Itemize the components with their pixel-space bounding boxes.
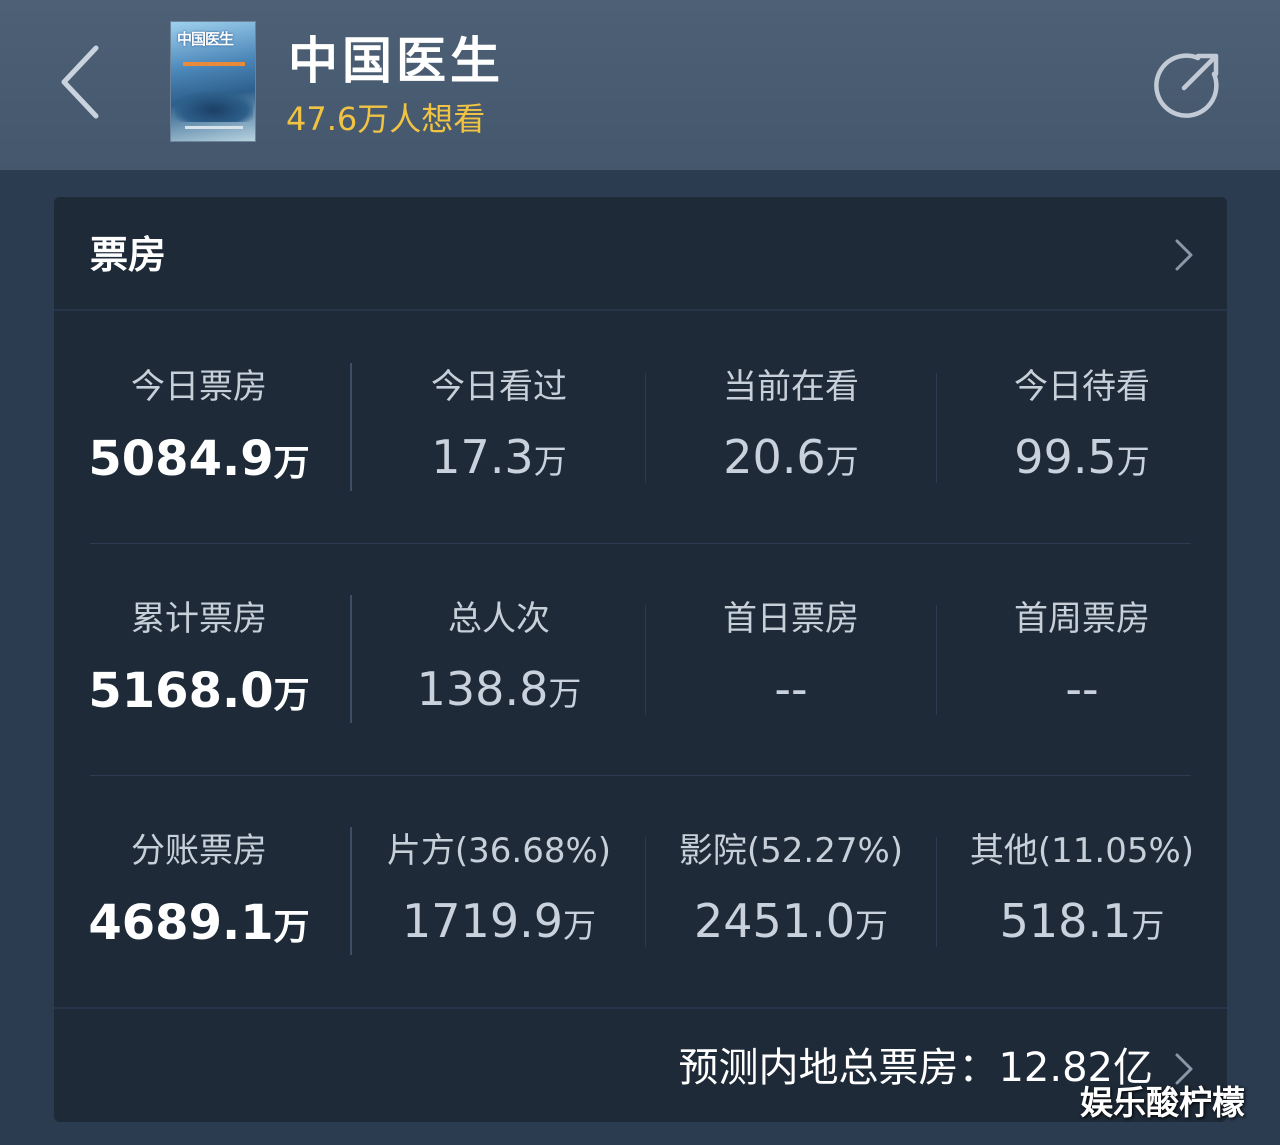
stat-cell: 今日看过 17.3万 — [354, 365, 644, 515]
divider — [350, 595, 352, 723]
poster-logo-text: 中国医生 — [177, 30, 234, 48]
stat-value: 1719.9万 — [402, 894, 596, 948]
divider — [350, 363, 352, 491]
stat-cell[interactable]: 分账票房 4689.1万 — [54, 829, 344, 979]
stat-value: 2451.0万 — [694, 894, 888, 948]
stat-value: 20.6万 — [723, 430, 859, 484]
stat-label: 今日票房 — [131, 367, 267, 407]
row-divider — [90, 775, 1191, 776]
stat-label: 累计票房 — [131, 599, 267, 639]
stat-label: 今日看过 — [431, 367, 567, 407]
stat-label: 总人次 — [448, 599, 550, 639]
stat-cell[interactable]: 累计票房 5168.0万 — [54, 597, 344, 747]
stats-row-today: 今日票房 5084.9万 今日看过 17.3万 当前在看 20.6万 今日待看 … — [54, 363, 1227, 515]
stat-value: -- — [774, 662, 808, 716]
predicted-box-office-row[interactable]: 预测内地总票房：12.82亿 — [54, 1007, 1227, 1122]
stat-cell[interactable]: 今日票房 5084.9万 — [54, 365, 344, 515]
stat-label: 其他(11.05%) — [969, 831, 1195, 871]
stat-value: 17.3万 — [431, 430, 567, 484]
chevron-left-icon — [61, 45, 99, 119]
top-bar: 中国医生 中国医生 47.6万人想看 — [0, 0, 1280, 170]
stat-value: 4689.1万 — [88, 895, 310, 951]
stat-value: 518.1万 — [999, 894, 1165, 948]
stat-cell: 今日待看 99.5万 — [937, 365, 1227, 515]
stat-label: 首日票房 — [723, 599, 859, 639]
stat-value: 5168.0万 — [88, 663, 310, 719]
stat-value: 5084.9万 — [88, 431, 310, 487]
card-title: 票房 — [90, 233, 167, 277]
stat-label: 分账票房 — [131, 831, 267, 871]
stat-cell: 首日票房 -- — [646, 597, 936, 747]
share-icon — [1154, 53, 1219, 118]
movie-poster[interactable]: 中国医生 — [170, 21, 256, 142]
stats-row-split: 分账票房 4689.1万 片方(36.68%) 1719.9万 影院(52.27… — [54, 827, 1227, 979]
divider — [350, 827, 352, 955]
stats-row-total: 累计票房 5168.0万 总人次 138.8万 首日票房 -- 首周票房 -- — [54, 595, 1227, 747]
want-to-see-count: 47.6万人想看 — [286, 100, 486, 138]
back-button[interactable] — [56, 42, 116, 122]
stat-value: 138.8万 — [416, 662, 582, 716]
stat-cell: 片方(36.68%) 1719.9万 — [354, 829, 644, 979]
chevron-right-icon — [1175, 239, 1193, 271]
stat-label: 影院(52.27%) — [678, 831, 904, 871]
stat-label: 片方(36.68%) — [386, 831, 612, 871]
watermark: 娱乐酸柠檬 — [1080, 1083, 1245, 1122]
stat-cell: 首周票房 -- — [937, 597, 1227, 747]
stat-label: 首周票房 — [1014, 599, 1150, 639]
stat-value: -- — [1065, 662, 1099, 716]
stat-cell: 其他(11.05%) 518.1万 — [937, 829, 1227, 979]
box-office-card: 票房 今日票房 5084.9万 今日看过 17.3万 当前在看 20.6万 今日… — [54, 197, 1227, 1122]
share-button[interactable] — [1154, 50, 1222, 118]
row-divider — [90, 543, 1191, 544]
stat-value: 99.5万 — [1014, 430, 1150, 484]
movie-title: 中国医生 — [288, 32, 504, 90]
stat-label: 当前在看 — [723, 367, 859, 407]
stat-cell: 当前在看 20.6万 — [646, 365, 936, 515]
stat-cell: 影院(52.27%) 2451.0万 — [646, 829, 936, 979]
box-office-header[interactable]: 票房 — [54, 197, 1227, 311]
stat-label: 今日待看 — [1014, 367, 1150, 407]
stat-cell: 总人次 138.8万 — [354, 597, 644, 747]
